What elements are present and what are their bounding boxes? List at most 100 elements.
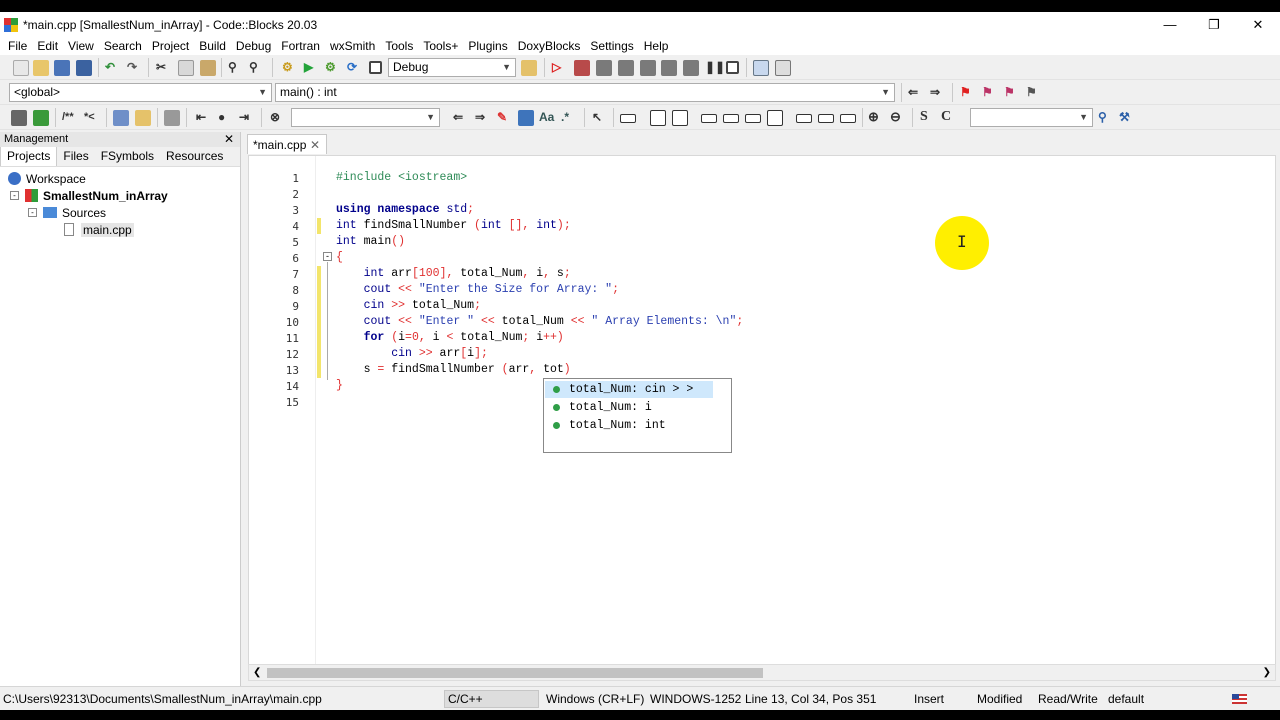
menu-file[interactable]: File bbox=[3, 37, 32, 56]
tab-projects[interactable]: Projects bbox=[0, 146, 58, 166]
run-project-icon[interactable] bbox=[33, 110, 49, 126]
build-project-icon[interactable] bbox=[11, 110, 27, 126]
close-icon[interactable]: ✕ bbox=[224, 132, 234, 147]
tab-main-cpp[interactable]: *main.cpp ✕ bbox=[247, 134, 327, 154]
debug-windows-icon[interactable] bbox=[753, 60, 769, 76]
scrollbar-thumb[interactable] bbox=[267, 668, 763, 678]
regex-icon[interactable]: .* bbox=[561, 109, 569, 125]
step-into-instruction-icon[interactable] bbox=[683, 60, 699, 76]
autocomplete-item[interactable]: total_Num: int bbox=[545, 417, 713, 434]
menu-project[interactable]: Project bbox=[147, 37, 194, 56]
while-icon[interactable] bbox=[723, 114, 739, 123]
run-icon[interactable]: ▶ bbox=[304, 59, 313, 75]
build-gear-icon[interactable]: ⚙ bbox=[282, 59, 293, 75]
bookmark-prev-icon[interactable]: ⚑ bbox=[982, 84, 993, 100]
save-icon[interactable] bbox=[54, 60, 70, 76]
menu-debug[interactable]: Debug bbox=[231, 37, 276, 56]
copy-icon[interactable] bbox=[178, 60, 194, 76]
tree-workspace[interactable]: Workspace bbox=[8, 170, 86, 187]
close-button[interactable]: ✕ bbox=[1236, 12, 1280, 37]
next-line-icon[interactable] bbox=[596, 60, 612, 76]
restore-button[interactable]: ❐ bbox=[1192, 12, 1236, 37]
tree-project[interactable]: - SmallestNum_inArray bbox=[10, 187, 168, 204]
stop-debugger-icon[interactable] bbox=[726, 61, 739, 74]
code-line[interactable]: int findSmallNumber (int [], int); bbox=[336, 218, 571, 234]
menu-settings[interactable]: Settings bbox=[585, 37, 638, 56]
code-editor[interactable]: 1 2 3 4 5 6 7 8 9 10 11 12 13 14 15 #include <iostream… bbox=[248, 155, 1276, 665]
code-line[interactable]: cout << "Enter the Size for Array: "; bbox=[336, 282, 619, 298]
zoom-in-icon[interactable]: ⊕ bbox=[868, 109, 879, 125]
redo-icon[interactable]: ↷ bbox=[127, 59, 137, 75]
code-line[interactable]: { bbox=[336, 250, 343, 266]
code-line[interactable]: s = findSmallNumber (arr, tot) bbox=[336, 362, 571, 378]
collapse-icon[interactable]: - bbox=[28, 208, 37, 217]
paste-icon[interactable] bbox=[200, 60, 216, 76]
doxy-comment-icon[interactable]: /** bbox=[62, 109, 74, 125]
zoom-out-icon[interactable]: ⊖ bbox=[890, 109, 901, 125]
source-icon[interactable]: S bbox=[920, 109, 928, 125]
next-instruction-icon[interactable] bbox=[661, 60, 677, 76]
menu-plugins[interactable]: Plugins bbox=[463, 37, 512, 56]
jump-back-icon[interactable]: ⇐ bbox=[908, 84, 918, 100]
tab-resources[interactable]: Resources bbox=[160, 147, 229, 166]
block-icon[interactable] bbox=[620, 114, 636, 123]
build-target-select[interactable]: Debug ▼ bbox=[388, 58, 516, 77]
return-icon[interactable] bbox=[840, 114, 856, 123]
symbol-search-icon[interactable]: ⚲ bbox=[1098, 109, 1107, 125]
find-icon[interactable]: ⚲ bbox=[228, 59, 237, 75]
prev-bookmark-icon[interactable]: ⇤ bbox=[196, 109, 206, 125]
scope-select[interactable]: <global> ▼ bbox=[9, 83, 272, 102]
loop-icon[interactable] bbox=[701, 114, 717, 123]
close-tab-icon[interactable]: ✕ bbox=[310, 135, 320, 155]
highlight-icon[interactable]: ✎ bbox=[497, 109, 507, 125]
select-arrow-icon[interactable]: ↖ bbox=[592, 109, 602, 125]
autocomplete-item[interactable]: total_Num: i bbox=[545, 399, 713, 416]
next-bookmark-icon[interactable]: ⇥ bbox=[239, 109, 249, 125]
menu-fortran[interactable]: Fortran bbox=[276, 37, 325, 56]
code-line[interactable]: int main() bbox=[336, 234, 405, 250]
debug-start-icon[interactable]: ▷ bbox=[552, 59, 561, 75]
horizontal-scrollbar[interactable]: ❮ ❯ bbox=[248, 664, 1276, 681]
scroll-right-icon[interactable]: ❯ bbox=[1263, 665, 1271, 680]
replace-icon[interactable]: ⚲ bbox=[249, 59, 258, 75]
code-line[interactable]: using namespace std; bbox=[336, 202, 474, 218]
incremental-search-input[interactable]: ▼ bbox=[291, 108, 440, 127]
jump-forward-icon[interactable]: ⇒ bbox=[930, 84, 940, 100]
symbol-options-icon[interactable]: ⚒ bbox=[1119, 109, 1130, 125]
code-line[interactable]: cin >> total_Num; bbox=[336, 298, 481, 314]
break-icon[interactable] bbox=[818, 114, 834, 123]
if-else-block-icon[interactable] bbox=[672, 110, 688, 126]
menu-wxsmith[interactable]: wxSmith bbox=[325, 37, 380, 56]
scroll-left-icon[interactable]: ❮ bbox=[253, 665, 261, 680]
rebuild-icon[interactable]: ⟳ bbox=[347, 59, 357, 75]
instruction-icon[interactable] bbox=[796, 114, 812, 123]
function-select[interactable]: main() : int ▼ bbox=[275, 83, 895, 102]
tab-files[interactable]: Files bbox=[57, 147, 94, 166]
code-line[interactable]: int arr[100], total_Num, i, s; bbox=[336, 266, 571, 282]
menu-tools[interactable]: Tools bbox=[380, 37, 418, 56]
step-into-icon[interactable] bbox=[618, 60, 634, 76]
build-run-icon[interactable]: ⚙ bbox=[325, 59, 336, 75]
open-file-icon[interactable] bbox=[33, 60, 49, 76]
step-out-icon[interactable] bbox=[640, 60, 656, 76]
abort-icon[interactable] bbox=[369, 61, 382, 74]
symbol-search-input[interactable]: ▼ bbox=[970, 108, 1093, 127]
new-file-icon[interactable] bbox=[13, 60, 29, 76]
switch-icon[interactable] bbox=[767, 110, 783, 126]
code-icon[interactable]: C bbox=[941, 109, 951, 125]
do-while-icon[interactable] bbox=[745, 114, 761, 123]
bookmark-next-icon[interactable]: ⚑ bbox=[1004, 84, 1015, 100]
menu-build[interactable]: Build bbox=[194, 37, 231, 56]
run-to-cursor-icon[interactable] bbox=[574, 60, 590, 76]
save-all-icon[interactable] bbox=[76, 60, 92, 76]
menu-view[interactable]: View bbox=[63, 37, 99, 56]
settings-wrench-icon[interactable] bbox=[164, 110, 180, 126]
collapse-icon[interactable]: - bbox=[10, 191, 19, 200]
tree-sources-folder[interactable]: - Sources bbox=[28, 204, 106, 221]
search-next-icon[interactable]: ⇒ bbox=[475, 109, 485, 125]
menu-edit[interactable]: Edit bbox=[32, 37, 63, 56]
pause-icon[interactable]: ❚❚ bbox=[705, 59, 725, 75]
tree-file-main[interactable]: main.cpp bbox=[64, 221, 134, 238]
menu-tools-plus[interactable]: Tools+ bbox=[418, 37, 463, 56]
fold-marker-icon[interactable]: - bbox=[323, 252, 332, 261]
